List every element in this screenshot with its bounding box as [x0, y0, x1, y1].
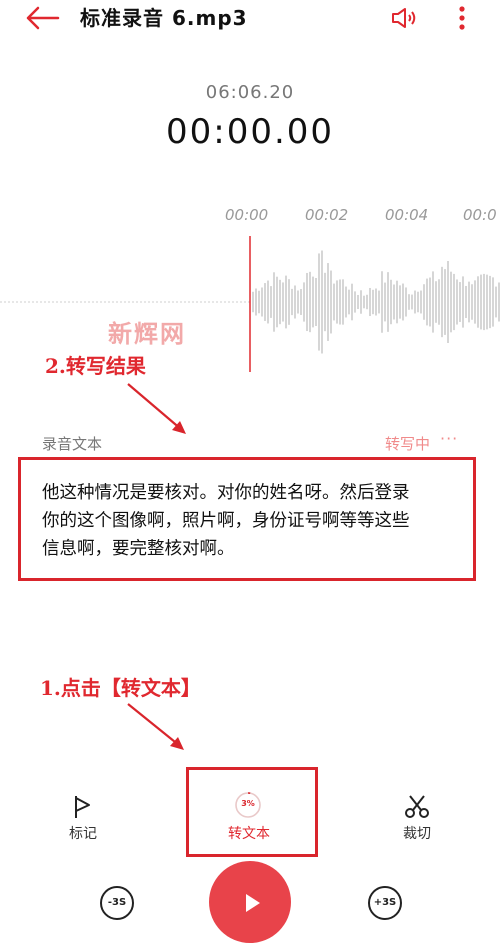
play-icon[interactable] — [246, 894, 260, 912]
speaker-icon[interactable] — [390, 6, 420, 30]
watermark: 新辉网 — [108, 320, 186, 348]
transcribing-status: 转写中 — [385, 435, 431, 453]
back-arrow-icon[interactable] — [26, 6, 60, 30]
total-duration: 06:06.20 — [205, 82, 295, 103]
mark-button-label[interactable]: 标记 — [43, 823, 123, 843]
timeline-tick: 00:02 — [305, 206, 349, 224]
convert-progress-text: 3% — [241, 799, 255, 808]
current-time: 00:00.00 — [165, 112, 335, 152]
annotation-step2: 2.转写结果 — [45, 354, 146, 378]
transcript-label: 录音文本 — [42, 435, 103, 453]
scissors-icon[interactable] — [404, 794, 430, 820]
annotation-arrow — [127, 383, 186, 434]
annotation-arrow — [127, 703, 184, 750]
transcript-line: 信息啊，要完整核对啊。 — [42, 539, 235, 559]
rewind-3s-button[interactable]: -3S — [100, 886, 134, 920]
transcript-line: 你的这个图像啊，照片啊，身份证号啊等等这些 — [42, 511, 410, 531]
convert-to-text-button-label[interactable]: 转文本 — [209, 823, 289, 843]
annotation-step1: 1.点击【转文本】 — [40, 676, 201, 700]
cut-button-label[interactable]: 裁切 — [377, 823, 457, 843]
transcript-line: 他这种情况是要核对。对你的姓名呀。然后登录 — [42, 483, 410, 503]
more-vertical-icon[interactable] — [454, 4, 470, 34]
timeline-tick: 00:04 — [385, 206, 429, 224]
transcript-text: 他这种情况是要核对。对你的姓名呀。然后登录 你的这个图像啊，照片啊，身份证号啊等… — [42, 479, 462, 563]
timeline-tick: 00:0 — [463, 206, 497, 224]
status-dots: ··· — [440, 429, 459, 448]
forward-3s-button[interactable]: +3S — [368, 886, 402, 920]
timeline-tick: 00:00 — [225, 206, 269, 224]
flag-icon[interactable] — [72, 794, 94, 820]
recording-title: 标准录音 6.mp3 — [80, 6, 248, 30]
